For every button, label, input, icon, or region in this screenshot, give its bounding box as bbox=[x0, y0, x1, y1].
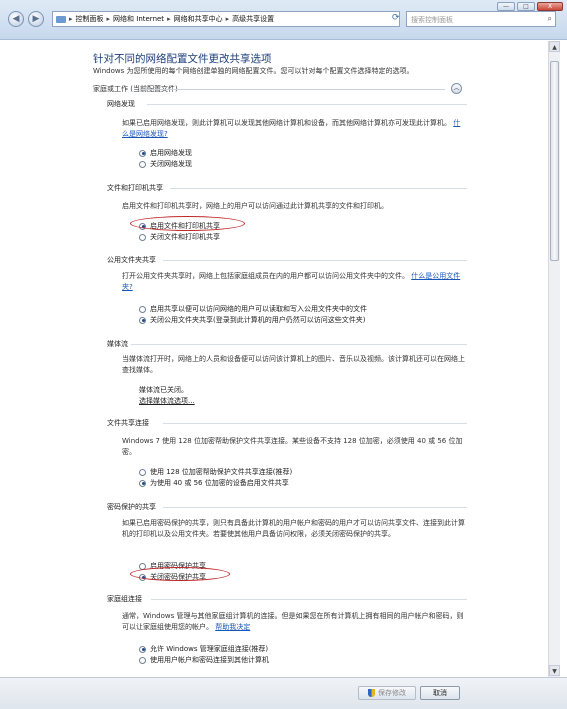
radio-button[interactable] bbox=[139, 160, 146, 168]
section-file-printer: 文件和打印机共享 bbox=[107, 184, 163, 192]
help-me-decide-link[interactable]: 帮助我决定 bbox=[215, 623, 250, 631]
window-titlebar: — □ X ◀ ▶ ▸ 控制面板 ▸ 网络和 Internet ▸ 网络和共享中… bbox=[0, 0, 567, 40]
radio-button[interactable] bbox=[139, 316, 146, 324]
minimize-button[interactable]: — bbox=[497, 2, 515, 11]
scroll-thumb[interactable] bbox=[550, 61, 559, 261]
file-print-text: 启用文件和打印机共享时，网络上的用户可以访问通过此计算机共享的文件和打印机。 bbox=[122, 202, 388, 210]
radio-disable-discovery[interactable]: 关闭网络发现 bbox=[139, 159, 192, 169]
breadcrumb-advanced-sharing[interactable]: 高级共享设置 bbox=[232, 14, 274, 24]
radio-disable-public[interactable]: 关闭公用文件夹共享(登录到此计算机的用户仍然可以访问这些文件夹) bbox=[139, 315, 365, 325]
radio-enable-discovery[interactable]: 启用网络发现 bbox=[139, 148, 192, 158]
highlight-ellipse bbox=[130, 567, 230, 581]
back-button[interactable]: ◀ bbox=[8, 11, 24, 27]
radio-128-bit[interactable]: 使用 128 位加密帮助保护文件共享连接(推荐) bbox=[139, 467, 292, 477]
forward-button[interactable]: ▶ bbox=[28, 11, 44, 27]
connections-text: Windows 7 使用 128 位加密帮助保护文件共享连接。某些设备不支持 1… bbox=[122, 437, 463, 456]
profile-divider bbox=[140, 89, 445, 90]
password-text: 如果已启用密码保护的共享，则只有具备此计算机的用户帐户和密码的用户才可以访问共享… bbox=[122, 519, 465, 538]
scroll-down-icon[interactable]: ▼ bbox=[549, 665, 560, 676]
section-public-folder: 公用文件夹共享 bbox=[107, 256, 156, 264]
address-bar[interactable]: ▸ 控制面板 ▸ 网络和 Internet ▸ 网络和共享中心 ▸ 高级共享设置 bbox=[52, 11, 400, 27]
search-icon[interactable]: ⌕ bbox=[548, 14, 552, 24]
radio-button[interactable] bbox=[139, 149, 146, 157]
page-title: 针对不同的网络配置文件更改共享选项 bbox=[93, 53, 272, 65]
footer-bar: 保存修改 取消 bbox=[0, 677, 567, 709]
search-input[interactable]: 搜索控制面板 ⌕ bbox=[406, 11, 556, 27]
radio-button[interactable] bbox=[139, 645, 146, 653]
section-media-streaming: 媒体流 bbox=[107, 340, 128, 348]
section-password-protected: 密码保护的共享 bbox=[107, 503, 156, 511]
media-status: 媒体流已关闭。 bbox=[139, 386, 188, 394]
discovery-text: 如果已启用网络发现，则此计算机可以发现其他网络计算机和设备，而其他网络计算机亦可… bbox=[122, 119, 461, 138]
media-options-link[interactable]: 选择媒体流选项... bbox=[139, 396, 195, 406]
radio-windows-manage[interactable]: 允许 Windows 管理家庭组连接(推荐) bbox=[139, 644, 268, 654]
uac-shield-icon bbox=[368, 689, 375, 697]
radio-user-accounts[interactable]: 使用用户帐户和密码连接到其他计算机 bbox=[139, 655, 269, 665]
radio-40-56-bit[interactable]: 为使用 40 或 56 位加密的设备启用文件共享 bbox=[139, 478, 289, 488]
homegroup-text: 通常，Windows 管理与其他家庭组计算机的连接。但是如果您在所有计算机上拥有… bbox=[122, 612, 464, 631]
breadcrumb-control-panel[interactable]: 控制面板 bbox=[76, 14, 104, 24]
vertical-scrollbar[interactable]: ▲ ▼ bbox=[548, 41, 560, 677]
main-content: 针对不同的网络配置文件更改共享选项 Windows 为您所使用的每个网络创建单独… bbox=[0, 41, 548, 677]
public-folder-text: 打开公用文件夹共享时，网络上包括家庭组成员在内的用户都可以访问公用文件夹中的文件… bbox=[122, 272, 461, 291]
breadcrumb-network-internet[interactable]: 网络和 Internet bbox=[113, 14, 164, 24]
highlight-ellipse bbox=[130, 216, 245, 231]
control-panel-icon bbox=[56, 15, 66, 23]
window-controls: — □ X bbox=[497, 2, 563, 11]
radio-button[interactable] bbox=[139, 468, 146, 476]
section-homegroup: 家庭组连接 bbox=[107, 595, 142, 603]
radio-disable-file-print[interactable]: 关闭文件和打印机共享 bbox=[139, 232, 220, 242]
maximize-button[interactable]: □ bbox=[517, 2, 535, 11]
collapse-chevron-icon[interactable]: ︿ bbox=[451, 83, 462, 94]
close-button[interactable]: X bbox=[537, 2, 563, 11]
breadcrumb-network-sharing-center[interactable]: 网络和共享中心 bbox=[174, 14, 223, 24]
media-text: 当媒体流打开时，网络上的人员和设备便可以访问该计算机上的图片、音乐以及视频。该计… bbox=[122, 355, 465, 374]
radio-button[interactable] bbox=[139, 656, 146, 664]
radio-button[interactable] bbox=[139, 479, 146, 487]
section-network-discovery: 网络发现 bbox=[107, 100, 135, 108]
save-changes-button[interactable]: 保存修改 bbox=[358, 686, 416, 700]
cancel-button[interactable]: 取消 bbox=[420, 686, 460, 700]
radio-button[interactable] bbox=[139, 233, 146, 241]
page-description: Windows 为您所使用的每个网络创建单独的网络配置文件。您可以针对每个配置文… bbox=[93, 67, 414, 75]
refresh-icon[interactable]: ⟳ bbox=[392, 13, 400, 23]
radio-button[interactable] bbox=[139, 305, 146, 313]
scroll-up-icon[interactable]: ▲ bbox=[549, 41, 560, 52]
section-file-sharing-connections: 文件共享连接 bbox=[107, 419, 149, 427]
radio-enable-public[interactable]: 启用共享以便可以访问网络的用户可以读取和写入公用文件夹中的文件 bbox=[139, 304, 367, 314]
